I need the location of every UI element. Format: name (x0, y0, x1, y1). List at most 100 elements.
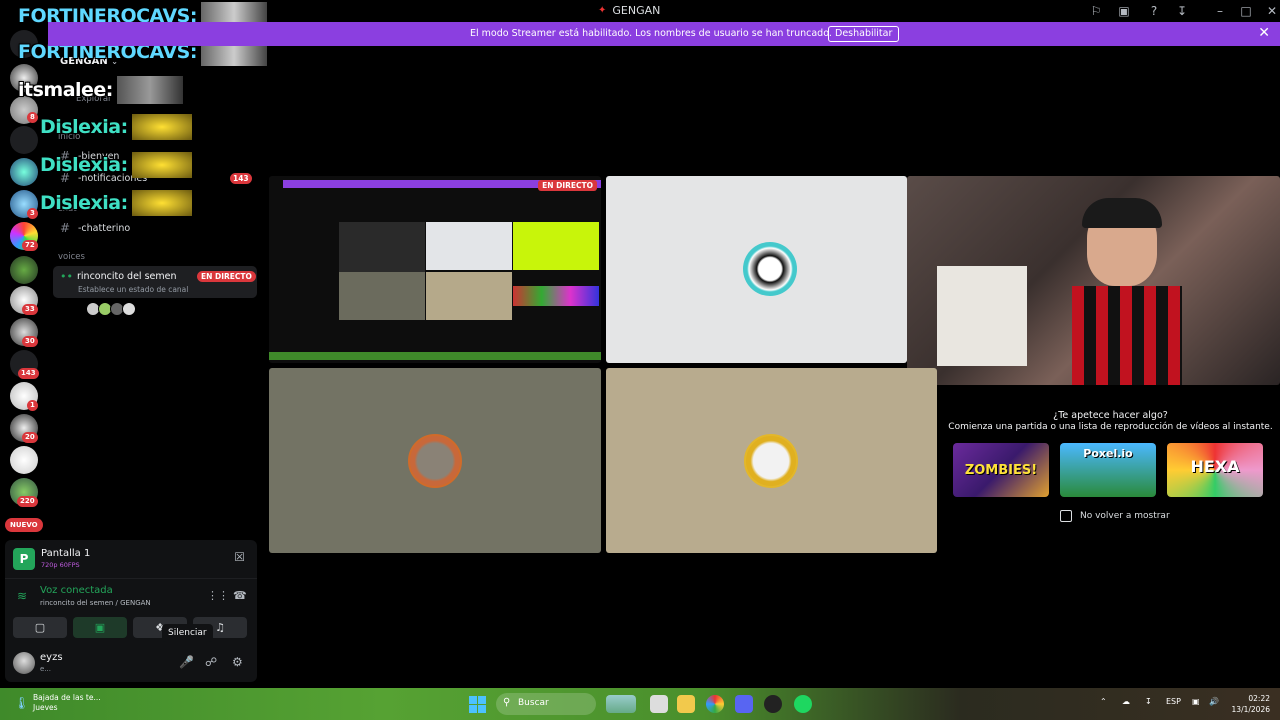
username[interactable]: eyzs (40, 652, 63, 663)
participant-tile[interactable] (606, 368, 937, 553)
camera-off-button[interactable]: ▢ (13, 617, 67, 638)
preview-tile (426, 272, 512, 320)
emote-image (131, 114, 192, 140)
live-badge: EN DIRECTO (197, 271, 256, 282)
voice-channel-name: rinconcito del semen (77, 271, 177, 282)
headphones-icon[interactable]: ☍ (205, 655, 217, 669)
overlay-username: Dislexia: (40, 154, 128, 176)
server-icon[interactable] (10, 446, 38, 474)
avatar[interactable] (122, 302, 136, 316)
search-icon: ⚲ (503, 697, 511, 708)
server-icon[interactable] (10, 256, 38, 284)
voice-connection-panel: ≋ Voz conectada rinconcito del semen / G… (5, 578, 257, 644)
taskbar-search[interactable]: ⚲ Buscar (496, 693, 596, 715)
microphone-icon[interactable]: 🎤 (179, 655, 194, 669)
activity-question: ¿Te apetece hacer algo? (1053, 410, 1168, 421)
webcam-pc (937, 266, 1027, 366)
game-card-poxel[interactable]: Poxel.io (1060, 443, 1156, 497)
overlay-username: Dislexia: (40, 116, 128, 138)
settings-gear-icon[interactable]: ⚙ (232, 655, 243, 669)
maximize-icon[interactable]: □ (1238, 3, 1254, 19)
windows-logo-icon (469, 696, 486, 713)
mute-tooltip: Silenciar (162, 624, 213, 642)
weather-widget[interactable]: Bajada de las te... Jueves (33, 693, 101, 713)
stream-name: Pantalla 1 (41, 548, 91, 559)
windows-taskbar: 🌡 Bajada de las te... Jueves ⚲ Buscar ⌃ … (0, 688, 1280, 720)
weather-icon: 🌡 (14, 696, 30, 710)
tray-chevron-icon[interactable]: ⌃ (1100, 697, 1107, 706)
taskbar-app-icon[interactable] (764, 695, 782, 713)
help-icon[interactable]: ? (1146, 3, 1162, 19)
start-button[interactable] (469, 696, 486, 713)
stream-panel: P Pantalla 1 720p 60FPS ☒ (5, 540, 257, 578)
participant-tile[interactable] (606, 176, 907, 363)
emote-image (131, 152, 192, 178)
stop-stream-icon[interactable]: ☒ (234, 550, 245, 564)
clock[interactable]: 02:22 13/1/2026 (1226, 693, 1270, 715)
webcam-cap (1082, 198, 1162, 228)
folder-icon[interactable] (677, 695, 695, 713)
clock-date: 13/1/2026 (1231, 705, 1270, 714)
mention-badge: 72 (22, 240, 38, 251)
mention-badge: 143 (18, 368, 39, 379)
activity-suggestions: ¿Te apetece hacer algo? Comienza una par… (941, 386, 1280, 553)
cloud-icon[interactable]: ☁ (1122, 697, 1130, 706)
screen-share-tile[interactable]: EN DIRECTO (269, 176, 601, 363)
minimize-icon[interactable]: – (1212, 3, 1228, 19)
taskbar-app-icon[interactable] (606, 695, 636, 713)
window-title: ✦ GENGAN (598, 4, 660, 17)
volume-icon[interactable]: 🔊 (1209, 697, 1219, 706)
voice-channel[interactable]: •• rinconcito del semen EN DIRECTO Estab… (53, 266, 257, 298)
discord-icon[interactable] (735, 695, 753, 713)
signal-icon[interactable]: ≋ (17, 589, 27, 603)
mention-badge: 1 (27, 400, 38, 411)
usb-icon[interactable]: ↧ (1145, 697, 1152, 706)
close-icon[interactable]: ✕ (1258, 25, 1270, 41)
live-badge: EN DIRECTO (538, 180, 597, 191)
language-indicator[interactable]: ESP (1166, 697, 1181, 706)
inbox-icon[interactable]: ⚐ (1088, 3, 1104, 19)
preview-games (513, 286, 599, 306)
title-bar: ✦ GENGAN ⚐ ▣ ? ↧ – □ ✕ (268, 0, 1280, 22)
weather-text: Bajada de las te... (33, 693, 101, 702)
avatar[interactable] (13, 652, 35, 674)
screen-share-button[interactable]: ▣ (73, 617, 127, 638)
game-title: HEXA (1190, 457, 1240, 476)
game-title: ZOMBIES! (964, 463, 1038, 478)
disconnect-icon[interactable]: ☎ (233, 589, 247, 602)
new-badge[interactable]: NUEVO (5, 518, 43, 532)
weather-day: Jueves (33, 703, 58, 712)
mention-badge: 220 (17, 496, 38, 507)
screen-icon[interactable]: ▣ (1116, 3, 1132, 19)
category-voices[interactable]: voices (58, 252, 85, 262)
disable-streamer-button[interactable]: Deshabilitar (828, 26, 900, 42)
webcam-tile[interactable] (907, 176, 1280, 385)
user-status: e... (40, 665, 51, 673)
taskbar-app-icon[interactable] (650, 695, 668, 713)
voice-status[interactable]: Voz conectada (40, 585, 113, 596)
chrome-icon[interactable] (706, 695, 724, 713)
streamer-mode-banner: El modo Streamer está habilitado. Los no… (48, 22, 1280, 46)
noise-suppression-icon[interactable]: ⋮⋮ (207, 589, 229, 602)
game-card-zombies[interactable]: ZOMBIES! (953, 443, 1049, 497)
spotify-icon[interactable] (794, 695, 812, 713)
game-card-hexa[interactable]: HEXA (1167, 443, 1263, 497)
preview-tile (426, 222, 512, 270)
preview-tile (513, 222, 599, 270)
preview-tile (339, 222, 425, 272)
activity-description: Comienza una partida o una lista de repr… (948, 422, 1273, 432)
participant-tile[interactable] (269, 368, 601, 553)
webcam-shirt (1072, 286, 1182, 385)
dont-show-checkbox[interactable] (1060, 510, 1072, 522)
emote-image (131, 190, 192, 216)
overlay-message: Dislexia: (40, 152, 192, 178)
overlay-message: Dislexia: (40, 114, 192, 140)
network-icon[interactable]: ▣ (1192, 697, 1200, 706)
overlay-message: Dislexia: (40, 190, 192, 216)
close-icon[interactable]: ✕ (1264, 3, 1280, 19)
preview-taskbar (269, 352, 601, 360)
voice-location[interactable]: rinconcito del semen / GENGAN (40, 599, 151, 607)
avatar (408, 434, 462, 488)
download-icon[interactable]: ↧ (1174, 3, 1190, 19)
channel-status-input[interactable]: Establece un estado de canal (78, 285, 188, 294)
